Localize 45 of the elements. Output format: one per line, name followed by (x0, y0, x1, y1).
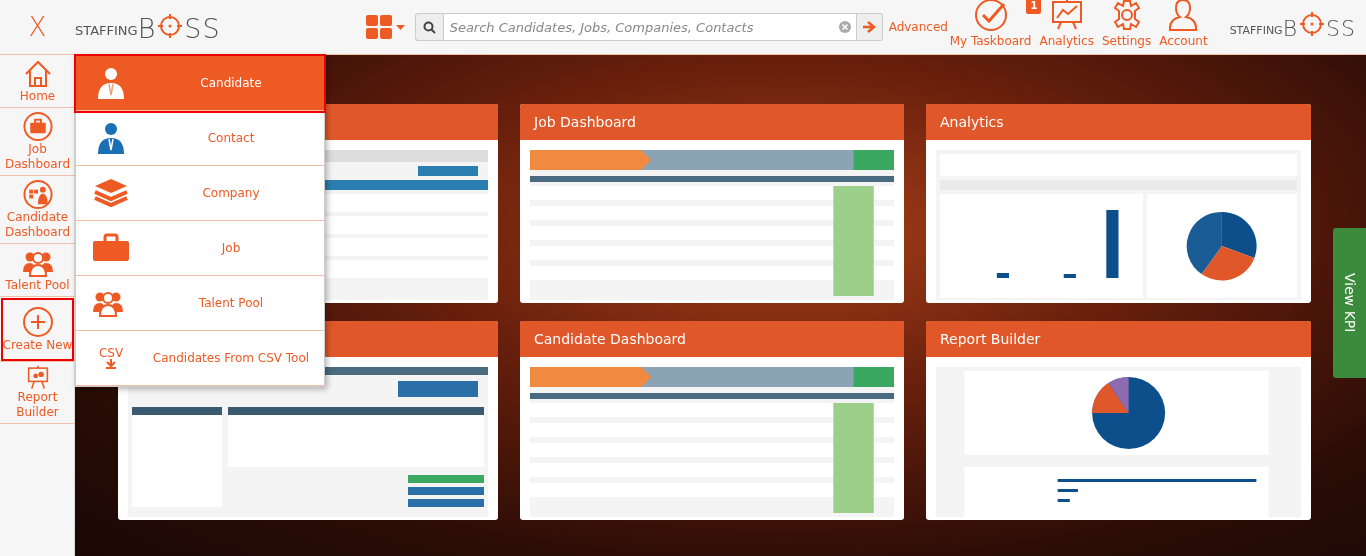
briefcase-icon (91, 233, 131, 263)
arrow-icon (862, 21, 877, 33)
crosshair-icon (1299, 11, 1326, 37)
view-kpi-tab[interactable]: View KPI (1333, 228, 1366, 378)
caret-icon (395, 24, 405, 30)
menu-item[interactable]: Company (76, 166, 324, 221)
contact-icon (95, 120, 127, 156)
dashboard-card[interactable]: Analytics (926, 104, 1311, 303)
clear-icon[interactable] (838, 21, 851, 33)
sidebar-item[interactable]: Talent Pool (0, 244, 75, 297)
menu-item[interactable]: Talent Pool (76, 276, 324, 331)
menu-item[interactable]: Candidate (76, 56, 324, 111)
layers-icon (93, 177, 129, 209)
dashboard-card[interactable]: Job Dashboard (520, 104, 904, 303)
logo: STAFFING B SS (75, 12, 221, 42)
menu-item[interactable]: CSV Candidates From CSV Tool (76, 331, 324, 386)
dashboard-card[interactable]: Report Builder (926, 321, 1311, 520)
card-title: Job Dashboard (534, 112, 636, 132)
card-title: Analytics (940, 112, 1004, 132)
close-button[interactable]: X (0, 7, 75, 47)
advanced-link[interactable]: Advanced (888, 18, 948, 36)
analytics-link[interactable]: Analytics (1039, 31, 1094, 50)
dashboard-card[interactable]: Candidate Dashboard (520, 321, 904, 520)
briefcase-icon (21, 111, 54, 142)
grid-menu-icon[interactable] (365, 15, 392, 39)
logo: STAFFING B SS (1229, 11, 1356, 54)
menu-item[interactable]: Contact (76, 111, 324, 166)
settings-link[interactable]: Settings (1101, 31, 1152, 50)
search-icon (422, 20, 436, 34)
taskboard-link[interactable]: My Taskboard (949, 31, 1032, 50)
person-icon (95, 65, 127, 101)
check-icon (973, 0, 1008, 32)
sidebar-item[interactable]: Create New (0, 297, 75, 362)
go-button[interactable] (856, 13, 883, 41)
chart-board-icon (1049, 0, 1084, 32)
card-title: Candidate Dashboard (534, 329, 686, 349)
menu-item[interactable]: Job (76, 221, 324, 276)
account-link[interactable]: Account (1159, 31, 1208, 50)
add-icon (21, 305, 54, 338)
dashboard-person-icon (21, 179, 54, 210)
card-title: Report Builder (940, 329, 1041, 349)
search-field[interactable]: Search Candidates, Jobs, Companies, Contacts (442, 13, 857, 41)
account-icon (1168, 0, 1199, 32)
crosshair-icon (157, 12, 184, 39)
count-badge: 1 (1026, 0, 1042, 14)
